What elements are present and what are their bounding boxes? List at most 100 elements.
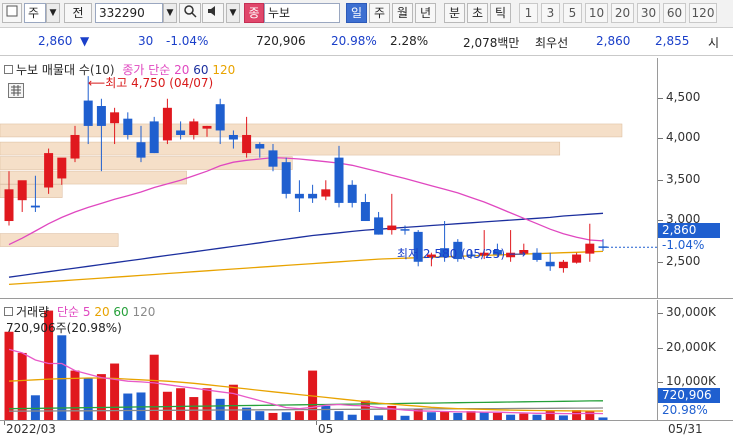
candle-body <box>294 193 304 199</box>
candle-body <box>202 125 212 129</box>
volume-bar <box>334 411 344 420</box>
volume-chart-area[interactable]: 거래량 단순 5 20 60 120 720,906주(20.98%) <box>0 300 657 420</box>
candle-body <box>189 121 199 135</box>
price-change-pct: -1.04% <box>166 34 209 48</box>
volume-bar <box>228 384 238 420</box>
period-button-month[interactable]: 월 <box>392 3 413 23</box>
volume-bar <box>440 411 450 420</box>
magnifier-button[interactable] <box>179 3 201 23</box>
stock-code-input[interactable]: 332290 <box>95 3 163 23</box>
interval-button-60[interactable]: 60 <box>663 3 686 23</box>
volume-bar <box>57 335 67 420</box>
grid-toggle-button[interactable] <box>2 3 22 23</box>
volume-bar <box>30 395 40 420</box>
candle-body <box>70 134 80 159</box>
current-price-tag: 2,860 <box>658 223 720 238</box>
candle-body <box>17 180 27 201</box>
low-price-note: 최저 2,580 (05/25) ⟶ <box>397 245 526 262</box>
trade-amount: 2,078백만 <box>463 36 520 50</box>
price-tick-label: 3,500 <box>666 172 701 186</box>
date-label-start: 2022/03 <box>6 422 56 436</box>
table-view-button[interactable] <box>8 83 24 98</box>
current-volume-tag: 720,906 <box>658 388 720 403</box>
volume-bar <box>4 331 14 420</box>
legend-toggle-icon[interactable] <box>4 307 13 316</box>
candle-body <box>57 157 67 179</box>
interval-button-1[interactable]: 1 <box>519 3 538 23</box>
volume-bar <box>162 391 172 420</box>
volume-bar <box>321 405 331 420</box>
checkbox-icon <box>6 5 18 17</box>
candle-body <box>572 254 582 263</box>
period-button-tick[interactable]: 틱 <box>490 3 511 23</box>
market-select[interactable]: 주 <box>24 3 46 23</box>
date-label-may: 05 <box>318 422 334 436</box>
legend-indicator-name: 누보 매물대 <box>16 63 76 77</box>
candle-body <box>255 144 265 149</box>
current-pct-tag: -1.04% <box>658 238 720 253</box>
legend-ma-120: 120 <box>212 63 236 77</box>
candle-body <box>400 229 410 231</box>
volume-legend-ma20: 20 <box>94 305 110 319</box>
period-button-minute[interactable]: 분 <box>444 3 465 23</box>
sound-button[interactable] <box>202 3 224 23</box>
stock-code-dropdown-arrow[interactable]: ▼ <box>163 3 177 23</box>
candle-body <box>176 130 186 135</box>
volume-profile-bar <box>0 156 293 170</box>
interval-button-30[interactable]: 30 <box>637 3 660 23</box>
legend-toggle-icon[interactable] <box>4 65 13 74</box>
candle-body <box>532 252 542 260</box>
chart-toolbar: 주 ▼ 전 332290 ▼ ▼ 종 누보 일 주 월 년 분 초 틱 1 3 … <box>0 0 733 28</box>
volume-bar <box>294 411 304 420</box>
turnover-rate: 2.28% <box>390 34 429 48</box>
volume-tick-label: 20,000K <box>666 340 716 354</box>
stock-name-field[interactable]: 누보 <box>264 3 340 23</box>
interval-button-5[interactable]: 5 <box>563 3 582 23</box>
price-tick-label: 2,500 <box>666 254 701 268</box>
candle-body <box>83 100 93 126</box>
candle-body <box>360 202 370 222</box>
interval-button-20[interactable]: 20 <box>611 3 634 23</box>
candle-body <box>162 107 172 141</box>
speaker-icon <box>208 6 215 16</box>
volume-bar <box>572 410 582 420</box>
period-button-second[interactable]: 초 <box>467 3 488 23</box>
candle-body <box>30 205 40 208</box>
option-dropdown-arrow[interactable]: ▼ <box>226 3 240 23</box>
volume-profile-bar <box>0 123 623 138</box>
candle-body <box>387 225 397 231</box>
price-tick-label: 4,500 <box>666 90 701 104</box>
table-icon <box>11 85 21 96</box>
interval-button-10[interactable]: 10 <box>585 3 608 23</box>
candle-body <box>321 189 331 197</box>
market-dropdown-arrow[interactable]: ▼ <box>46 3 60 23</box>
candle-body <box>374 217 384 235</box>
interval-button-120[interactable]: 120 <box>689 3 717 23</box>
volume-bar <box>110 363 120 420</box>
period-button-day[interactable]: 일 <box>346 3 367 23</box>
period-button-week[interactable]: 주 <box>369 3 390 23</box>
open-price-label: 시 <box>708 36 720 50</box>
interval-button-3[interactable]: 3 <box>541 3 560 23</box>
panel-divider[interactable] <box>0 298 733 299</box>
period-button-year[interactable]: 년 <box>415 3 436 23</box>
volume-tick-label: 30,000K <box>666 305 716 319</box>
price-chart-svg <box>0 76 657 286</box>
best-ask-price: 2,860 <box>596 34 631 48</box>
price-chart-area[interactable]: 누보 매물대 수(10) 종가 단순 20 60 120 ⟵최고 4,750 (… <box>0 58 657 298</box>
candle-body <box>268 150 278 167</box>
volume-bar <box>268 412 278 420</box>
stock-chart-window: 주 ▼ 전 332290 ▼ ▼ 종 누보 일 주 월 년 분 초 틱 1 3 … <box>0 0 733 438</box>
date-axis[interactable]: 2022/03 05 05/31 <box>0 420 733 438</box>
volume-bar <box>17 352 27 420</box>
candle-body <box>558 261 568 269</box>
best-bid-price: 2,855 <box>655 34 690 48</box>
trade-volume: 720,906 <box>256 34 306 48</box>
current-price: 2,860 <box>38 34 73 48</box>
price-change: 30 <box>138 34 154 48</box>
candle-body <box>308 193 318 199</box>
price-axis[interactable]: 4,500 4,000 3,500 3,000 2,500 <box>657 58 733 298</box>
candle-body <box>242 134 252 154</box>
code-search-button[interactable]: 전 <box>64 3 92 23</box>
volume-value-note: 720,906주(20.98%) <box>6 321 122 335</box>
